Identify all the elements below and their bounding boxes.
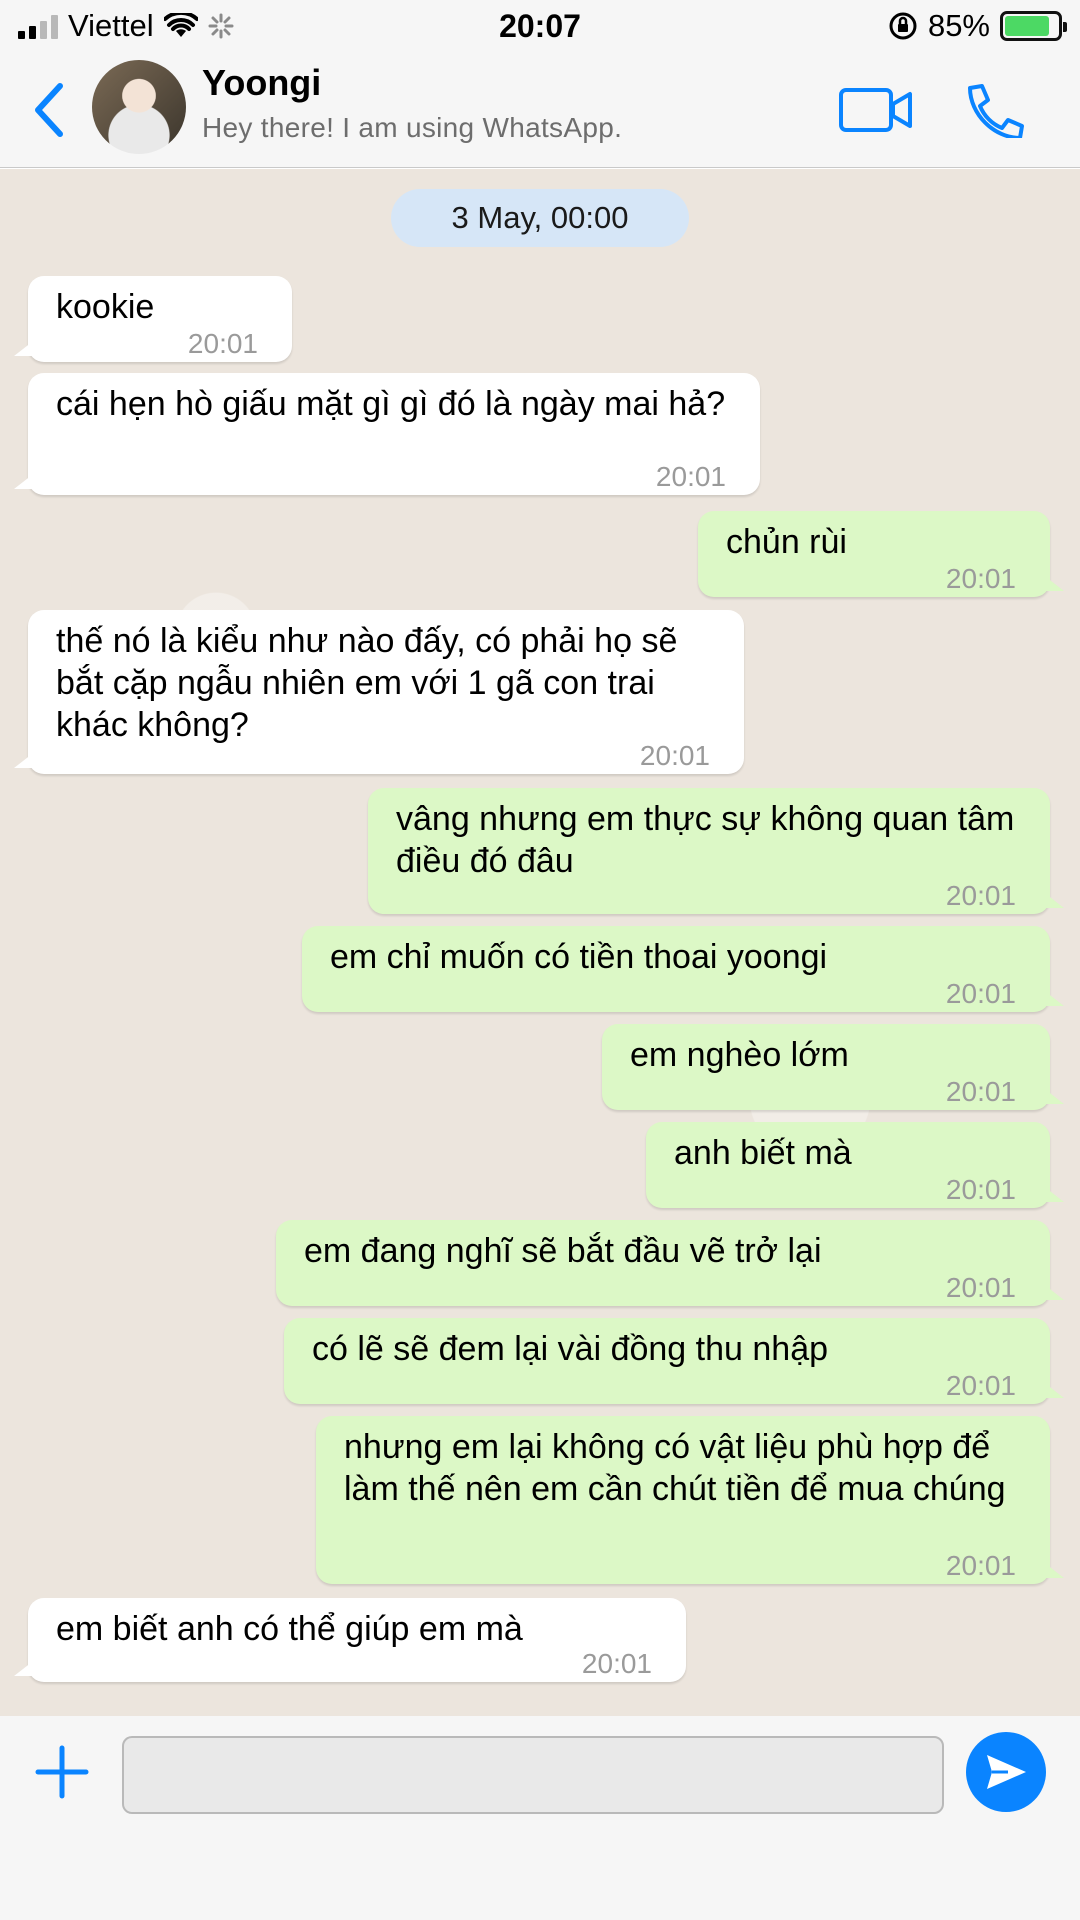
contact-status[interactable]: Hey there! I am using WhatsApp. — [202, 112, 622, 144]
message-text: thế nó là kiểu như nào đấy, có phải họ s… — [56, 622, 678, 744]
message-time: 20:01 — [945, 1272, 1016, 1303]
message-bubble-outgoing[interactable]: em đang nghĩ sẽ bắt đầu vẽ trở lại 20:01 — [276, 1220, 1064, 1306]
status-bar: Viettel 20:07 85% — [0, 0, 1080, 52]
plus-icon[interactable] — [32, 1742, 92, 1802]
back-chevron-icon[interactable] — [30, 80, 70, 140]
message-bubble-outgoing[interactable]: nhưng em lại không có vật liệu phù hợp đ… — [316, 1416, 1064, 1584]
status-right: 85% — [888, 8, 1067, 44]
message-text: chủn rùi — [726, 523, 847, 561]
message-bubble-outgoing[interactable]: chủn rùi 20:01 — [698, 511, 1064, 597]
send-button[interactable] — [966, 1732, 1046, 1812]
orientation-lock-icon — [889, 12, 917, 40]
avatar[interactable] — [92, 60, 186, 154]
message-text: có lẽ sẽ đem lại vài đồng thu nhập — [312, 1330, 829, 1368]
message-bubble-incoming[interactable]: cái hẹn hò giấu mặt gì gì đó là ngày mai… — [14, 373, 760, 495]
message-text: anh biết mà — [674, 1134, 852, 1172]
message-time: 20:01 — [187, 328, 258, 359]
message-time: 20:01 — [945, 1370, 1016, 1401]
message-time: 20:01 — [945, 880, 1016, 911]
battery-fill — [1005, 16, 1050, 36]
message-input[interactable] — [122, 1736, 944, 1814]
message-text: kookie — [56, 288, 155, 326]
battery-icon — [1000, 11, 1067, 41]
message-text: vâng nhưng em thực sự không quan tâm điề… — [396, 800, 1015, 880]
message-time: 20:01 — [945, 1076, 1016, 1107]
message-bubble-outgoing[interactable]: có lẽ sẽ đem lại vài đồng thu nhập 20:01 — [284, 1318, 1064, 1404]
send-icon — [987, 1755, 1026, 1789]
chat-header: Yoongi Hey there! I am using WhatsApp. — [0, 52, 1080, 168]
message-text: cái hẹn hò giấu mặt gì gì đó là ngày mai… — [56, 385, 726, 423]
battery-percent: 85% — [927, 8, 990, 43]
message-time: 20:01 — [945, 1174, 1016, 1205]
chat-area[interactable]: 3 May, 00:00 kookie 20:01 cái hẹn hò giấ… — [0, 169, 1080, 1716]
message-bubble-outgoing[interactable]: em chỉ muốn có tiền thoai yoongi 20:01 — [302, 926, 1064, 1012]
contact-name[interactable]: Yoongi — [202, 62, 321, 104]
message-text: em đang nghĩ sẽ bắt đầu vẽ trở lại — [304, 1232, 822, 1270]
date-separator: 3 May, 00:00 — [391, 189, 689, 247]
message-bubble-incoming[interactable]: thế nó là kiểu như nào đấy, có phải họ s… — [14, 610, 744, 774]
message-time: 20:01 — [581, 1648, 652, 1679]
message-bubble-outgoing[interactable]: em nghèo lớm 20:01 — [602, 1024, 1064, 1110]
phone-icon[interactable] — [960, 82, 1036, 138]
message-time: 20:01 — [945, 1550, 1016, 1581]
message-time: 20:01 — [639, 740, 710, 771]
message-text: em nghèo lớm — [630, 1036, 849, 1074]
message-bubble-outgoing[interactable]: anh biết mà 20:01 — [646, 1122, 1064, 1208]
message-time: 20:01 — [945, 978, 1016, 1009]
message-bubble-outgoing[interactable]: vâng nhưng em thực sự không quan tâm điề… — [368, 788, 1064, 914]
message-bubble-incoming[interactable]: em biết anh có thể giúp em mà 20:01 — [14, 1598, 686, 1682]
message-text: em chỉ muốn có tiền thoai yoongi — [330, 938, 828, 976]
video-call-icon[interactable] — [838, 82, 914, 138]
message-bubble-incoming[interactable]: kookie 20:01 — [14, 276, 292, 362]
message-text: em biết anh có thể giúp em mà — [56, 1610, 523, 1648]
message-time: 20:01 — [655, 461, 726, 492]
message-input-bar — [0, 1716, 1080, 1920]
message-text: nhưng em lại không có vật liệu phù hợp đ… — [344, 1428, 1006, 1508]
message-time: 20:01 — [945, 563, 1016, 594]
